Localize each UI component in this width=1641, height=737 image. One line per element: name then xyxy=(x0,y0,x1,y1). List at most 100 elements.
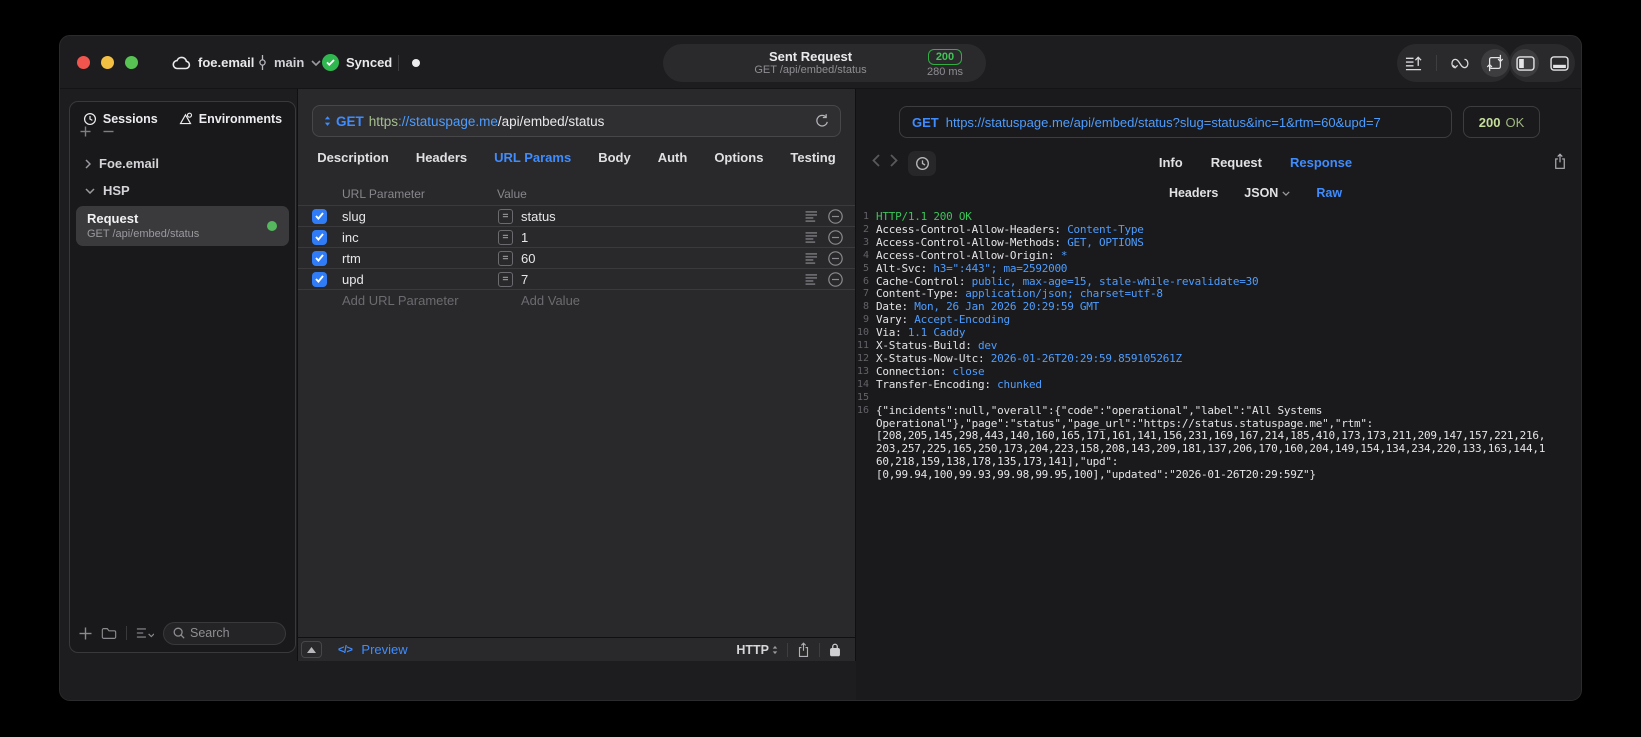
reorder-lines-icon[interactable] xyxy=(805,252,818,264)
param-enabled-checkbox[interactable] xyxy=(312,271,327,287)
status-code-badge: 200 xyxy=(927,48,963,65)
param-name-field[interactable]: rtm xyxy=(342,251,498,266)
method-dropdown-icon[interactable] xyxy=(324,115,331,127)
response-tab-info[interactable]: Info xyxy=(1159,155,1183,170)
request-tab-description[interactable]: Description xyxy=(317,150,389,165)
response-subtab-json[interactable]: JSON xyxy=(1244,186,1290,200)
param-value-field[interactable]: status xyxy=(521,209,805,224)
param-add-row[interactable]: Add URL Parameter Add Value xyxy=(298,290,855,311)
close-window-button[interactable] xyxy=(77,56,90,69)
param-value-field[interactable]: 1 xyxy=(521,230,805,245)
add-request-icon[interactable] xyxy=(79,627,92,640)
tree-group-hsp[interactable]: HSP xyxy=(70,177,295,204)
search-icon xyxy=(173,627,185,639)
reorder-lines-icon[interactable] xyxy=(805,210,818,222)
footer-divider xyxy=(819,642,820,657)
request-tab-body[interactable]: Body xyxy=(598,150,631,165)
response-tab-response[interactable]: Response xyxy=(1290,155,1352,170)
project-switcher[interactable]: foe.email xyxy=(172,36,254,89)
response-line: 14 Transfer-Encoding: chunked xyxy=(856,377,1042,391)
sync-label: Synced xyxy=(346,55,393,70)
sidebar-search[interactable] xyxy=(163,621,286,645)
equals-operator-icon[interactable]: = xyxy=(498,229,513,245)
prev-response-icon[interactable] xyxy=(872,154,880,167)
sync-status[interactable]: Synced xyxy=(322,36,392,89)
response-tab-request[interactable]: Request xyxy=(1211,155,1262,170)
reorder-lines-icon[interactable] xyxy=(805,231,818,243)
add-session-icon[interactable] xyxy=(80,126,91,137)
reorder-lines-icon[interactable] xyxy=(805,273,818,285)
param-name-field[interactable]: inc xyxy=(342,230,498,245)
tree-group-foe-email[interactable]: Foe.email xyxy=(70,150,295,177)
response-subtab-raw[interactable]: Raw xyxy=(1316,186,1342,200)
chevron-right-icon xyxy=(85,158,91,169)
equals-operator-icon[interactable]: = xyxy=(498,271,513,287)
param-value-field[interactable]: 60 xyxy=(521,251,805,266)
param-name-field[interactable]: upd xyxy=(342,272,498,287)
sort-list-icon[interactable] xyxy=(136,627,154,639)
search-input[interactable] xyxy=(190,626,276,640)
request-tab-testing[interactable]: Testing xyxy=(790,150,835,165)
param-name-field[interactable]: slug xyxy=(342,209,498,224)
next-response-icon[interactable] xyxy=(890,154,898,167)
flow-loop-icon[interactable] xyxy=(1445,49,1473,77)
param-row: upd = 7 xyxy=(298,269,855,290)
protocol-selector[interactable]: HTTP xyxy=(736,643,778,657)
remove-param-icon[interactable] xyxy=(828,250,843,266)
minimize-window-button[interactable] xyxy=(101,56,114,69)
request-tab-url-params[interactable]: URL Params xyxy=(494,150,571,165)
response-raw-body[interactable]: 1 HTTP/1.1 200 OK 2 Access-Control-Allow-He… xyxy=(856,211,1577,698)
chevron-down-icon xyxy=(311,59,321,66)
request-tab-options[interactable]: Options xyxy=(714,150,763,165)
response-subtab-headers[interactable]: Headers xyxy=(1169,186,1218,200)
tree-group-label: Foe.email xyxy=(99,156,159,171)
remove-param-icon[interactable] xyxy=(828,208,843,224)
params-header-row: URL Parameter Value xyxy=(298,187,855,206)
toggle-bottom-panel-icon[interactable] xyxy=(1545,49,1573,77)
tab-sessions[interactable]: Sessions xyxy=(83,112,158,126)
protocol-label: HTTP xyxy=(736,642,769,657)
expand-panel-icon[interactable] xyxy=(301,641,322,658)
export-response-icon[interactable] xyxy=(1553,153,1567,170)
param-value-field[interactable]: 7 xyxy=(521,272,805,287)
preview-button[interactable]: Preview xyxy=(361,642,407,657)
branch-icon xyxy=(258,55,267,70)
remove-param-icon[interactable] xyxy=(828,229,843,245)
branch-switcher[interactable]: main xyxy=(258,36,321,89)
request-status-dot xyxy=(267,221,277,231)
equals-operator-icon[interactable]: = xyxy=(498,208,513,224)
param-enabled-checkbox[interactable] xyxy=(312,229,327,245)
tab-environments[interactable]: Environments xyxy=(178,112,282,126)
param-enabled-checkbox[interactable] xyxy=(312,250,327,266)
add-param-placeholder[interactable]: Add URL Parameter xyxy=(342,293,498,308)
resend-request-icon[interactable] xyxy=(814,113,829,129)
request-response-swap-icon[interactable] xyxy=(1480,49,1509,77)
remove-param-icon[interactable] xyxy=(828,271,843,287)
request-url-bar[interactable]: GET https://statuspage.me/api/embed/stat… xyxy=(312,105,841,137)
col-url-parameter: URL Parameter xyxy=(342,187,425,201)
share-icon[interactable] xyxy=(797,641,810,658)
request-tab-headers[interactable]: Headers xyxy=(416,150,467,165)
add-value-placeholder[interactable]: Add Value xyxy=(521,293,580,308)
request-panel: GET https://statuspage.me/api/embed/stat… xyxy=(297,89,856,661)
sent-request-subtitle: GET /api/embed/status xyxy=(754,64,867,76)
lock-icon[interactable] xyxy=(829,642,841,657)
new-folder-icon[interactable] xyxy=(101,627,117,640)
col-value: Value xyxy=(497,187,527,201)
synced-check-icon xyxy=(322,54,339,71)
remove-session-icon[interactable] xyxy=(103,126,114,137)
request-tab-auth[interactable]: Auth xyxy=(658,150,688,165)
request-list-icon[interactable] xyxy=(1400,49,1428,77)
request-method[interactable]: GET xyxy=(336,114,364,129)
tab-sessions-label: Sessions xyxy=(102,112,158,126)
toggle-sidebar-icon[interactable] xyxy=(1511,49,1539,77)
sidebar: Sessions Environments Foe.email HSP Requ… xyxy=(60,89,297,700)
tab-environments-label: Environments xyxy=(198,112,283,126)
param-enabled-checkbox[interactable] xyxy=(312,208,327,224)
sent-request-pill[interactable]: Sent Request GET /api/embed/status 200 2… xyxy=(663,44,986,82)
equals-operator-icon[interactable]: = xyxy=(498,250,513,266)
maximize-window-button[interactable] xyxy=(125,56,138,69)
response-request-line[interactable]: GET https://statuspage.me/api/embed/stat… xyxy=(899,106,1452,138)
sidebar-item-request[interactable]: Request GET /api/embed/status xyxy=(76,206,289,246)
response-time: 280 ms xyxy=(926,65,964,78)
